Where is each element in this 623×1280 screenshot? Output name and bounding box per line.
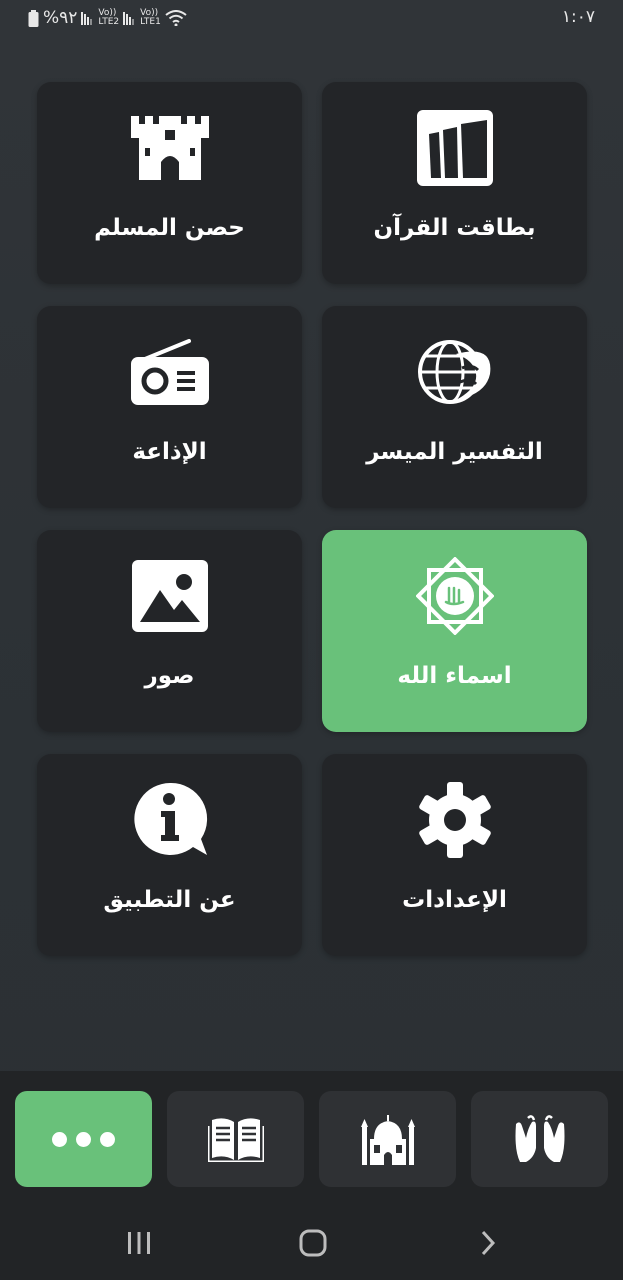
network-label-sim2: Vo)) LTE2: [98, 8, 120, 27]
tile-label: عن التطبيق: [103, 887, 236, 913]
tile-fortress[interactable]: حصن المسلم: [37, 82, 302, 284]
nav-quran-button[interactable]: [167, 1091, 304, 1187]
status-icons: %٩٢ Vo)) LTE2 Vo)) LTE1: [28, 8, 187, 28]
tile-label: بطاقت القرآن: [373, 215, 536, 241]
gear-icon: [415, 782, 495, 858]
tile-label: صور: [144, 663, 195, 689]
signal-icon: [123, 11, 135, 25]
chevron-right-icon: [481, 1230, 496, 1256]
tile-images[interactable]: صور: [37, 530, 302, 732]
nav-dua-button[interactable]: [471, 1091, 608, 1187]
tile-label: التفسير الميسر: [366, 439, 543, 465]
tafsir-globe-icon: [415, 334, 495, 410]
more-dots-icon: [52, 1131, 115, 1147]
praying-hands-icon: [515, 1115, 564, 1162]
recent-apps-icon: [128, 1232, 150, 1254]
quran-cards-icon: [415, 110, 495, 186]
tile-radio[interactable]: الإذاعة: [37, 306, 302, 508]
recent-apps-button[interactable]: [109, 1223, 169, 1263]
image-icon: [130, 558, 210, 634]
tile-label: اسماء الله: [397, 663, 512, 689]
tile-settings[interactable]: الإعدادات: [322, 754, 587, 956]
status-bar: %٩٢ Vo)) LTE2 Vo)) LTE1 ١:٠٧: [0, 0, 623, 36]
allah-names-icon: [415, 557, 495, 635]
signal-icon: [81, 11, 93, 25]
home-button[interactable]: [283, 1223, 343, 1263]
fortress-icon: [130, 110, 210, 186]
battery-icon: [28, 9, 39, 27]
mosque-icon: [360, 1115, 415, 1165]
battery-percent: %٩٢: [43, 8, 78, 28]
wifi-icon: [165, 10, 187, 26]
radio-icon: [130, 334, 210, 410]
nav-more-button[interactable]: [15, 1091, 152, 1187]
back-button[interactable]: [458, 1223, 518, 1263]
info-icon: [130, 782, 210, 858]
open-book-icon: [207, 1118, 264, 1162]
clock: ١:٠٧: [561, 7, 595, 27]
bottom-nav: [0, 1071, 623, 1280]
tile-tafsir[interactable]: التفسير الميسر: [322, 306, 587, 508]
tile-about[interactable]: عن التطبيق: [37, 754, 302, 956]
tile-quran-cards[interactable]: بطاقت القرآن: [322, 82, 587, 284]
tile-allah-names[interactable]: اسماء الله: [322, 530, 587, 732]
tile-label: الإعدادات: [402, 887, 507, 913]
home-icon: [299, 1229, 327, 1257]
nav-prayer-button[interactable]: [319, 1091, 456, 1187]
network-label-sim1: Vo)) LTE1: [140, 8, 161, 27]
tile-label: الإذاعة: [132, 439, 207, 465]
tile-label: حصن المسلم: [94, 215, 245, 241]
